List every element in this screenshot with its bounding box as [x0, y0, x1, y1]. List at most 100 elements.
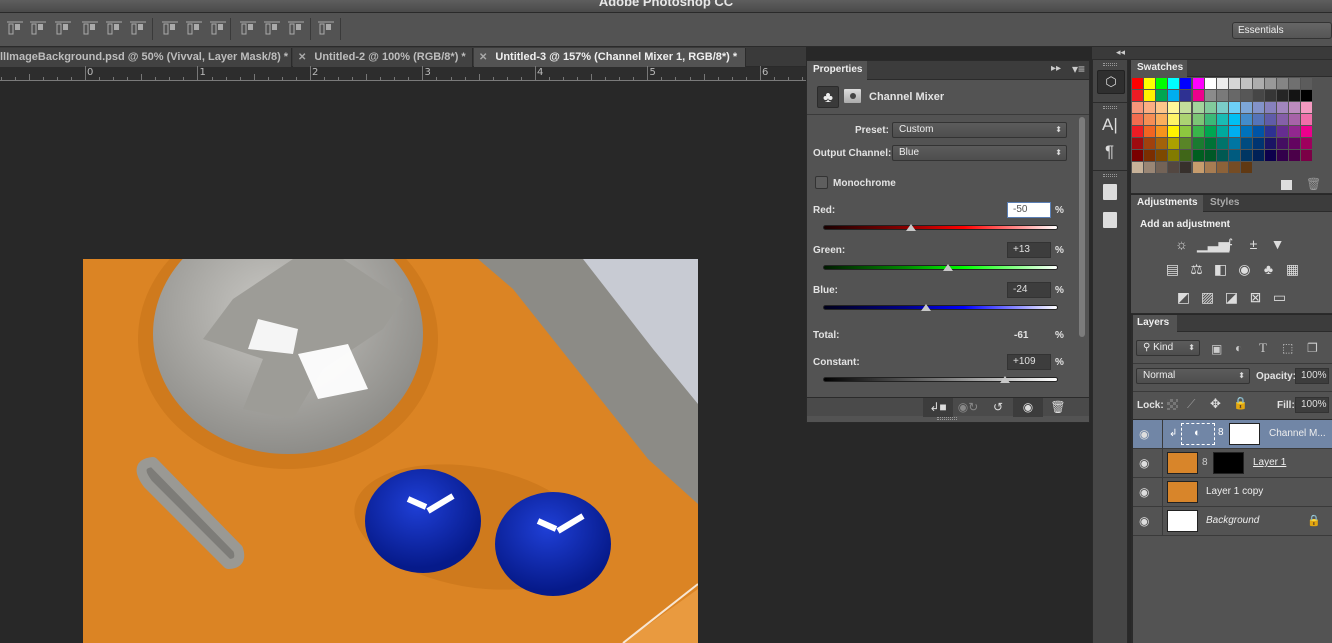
swatch[interactable]: [1192, 90, 1204, 101]
tab-layers[interactable]: Layers: [1131, 315, 1177, 332]
swatch[interactable]: [1192, 138, 1204, 149]
swatch[interactable]: [1192, 102, 1204, 113]
swatch[interactable]: [1156, 150, 1168, 161]
visibility-toggle[interactable]: ◉: [1131, 478, 1163, 507]
grip-icon[interactable]: [1103, 63, 1117, 66]
swatch[interactable]: [1168, 150, 1180, 161]
lock-all-icon[interactable]: 🔒: [1233, 396, 1248, 410]
workspace-switcher[interactable]: Essentials: [1232, 22, 1332, 39]
swatch[interactable]: [1240, 78, 1252, 89]
layer-row-background[interactable]: ◉ Background 🔒: [1131, 507, 1332, 536]
distribute-bottom-icon[interactable]: [210, 21, 226, 37]
swatch[interactable]: [1156, 162, 1168, 173]
swatch[interactable]: [1301, 138, 1313, 149]
swatch[interactable]: [1289, 102, 1301, 113]
swatch[interactable]: [1144, 126, 1156, 137]
collapse-panel-icon[interactable]: ▸▸: [1051, 63, 1061, 74]
swatch[interactable]: [1168, 78, 1180, 89]
swatch[interactable]: [1240, 162, 1252, 173]
swatch[interactable]: [1277, 114, 1289, 125]
gradient-map-icon[interactable]: ▭: [1271, 289, 1288, 306]
swatch[interactable]: [1253, 90, 1264, 101]
filter-type-icon[interactable]: T: [1259, 340, 1267, 356]
swatch[interactable]: [1156, 102, 1168, 113]
swatch[interactable]: [1204, 90, 1216, 101]
layer-thumbnail[interactable]: [1167, 452, 1198, 474]
tab-untitled-2[interactable]: ✕ Untitled-2 @ 100% (RGB/8*) *: [293, 48, 473, 67]
align-top-edges-icon[interactable]: [7, 21, 23, 37]
3d-panel-icon[interactable]: ⬡: [1097, 70, 1125, 94]
filter-shape-icon[interactable]: ⬚: [1282, 341, 1293, 355]
swatch[interactable]: [1265, 102, 1277, 113]
swatch[interactable]: [1301, 102, 1313, 113]
opacity-input[interactable]: 100%: [1295, 368, 1329, 384]
brightness-contrast-icon[interactable]: ☼: [1173, 236, 1190, 253]
swatch[interactable]: [1240, 126, 1252, 137]
swatch[interactable]: [1216, 114, 1228, 125]
swatch[interactable]: [1132, 102, 1143, 113]
swatch[interactable]: [1144, 150, 1156, 161]
align-vertical-centers-icon[interactable]: [30, 21, 46, 37]
swatch[interactable]: [1156, 126, 1168, 137]
levels-icon[interactable]: ▁▃▅: [1197, 236, 1229, 253]
clip-to-layer-button[interactable]: ↲■: [923, 398, 953, 417]
view-previous-state-button[interactable]: ◉↻: [953, 398, 983, 417]
swatch[interactable]: [1168, 138, 1180, 149]
align-right-edges-icon[interactable]: [130, 21, 146, 37]
swatch[interactable]: [1265, 126, 1277, 137]
swatch[interactable]: [1144, 78, 1156, 89]
tab-untitled-3[interactable]: ✕ Untitled-3 @ 157% (Channel Mixer 1, RGB…: [474, 48, 746, 67]
swatch[interactable]: [1265, 138, 1277, 149]
lock-transparency-icon[interactable]: [1167, 399, 1178, 410]
output-channel-dropdown[interactable]: Blue ⬍: [892, 145, 1067, 161]
swatch[interactable]: [1301, 114, 1313, 125]
swatch[interactable]: [1204, 102, 1216, 113]
slider-value-input[interactable]: +109: [1007, 354, 1051, 370]
swatch[interactable]: [1168, 126, 1180, 137]
swatch[interactable]: [1289, 90, 1301, 101]
new-swatch-icon[interactable]: [1281, 180, 1292, 190]
swatch[interactable]: [1253, 150, 1264, 161]
swatch[interactable]: [1253, 126, 1264, 137]
lock-pixels-icon[interactable]: ⟋: [1187, 397, 1195, 412]
swatch[interactable]: [1240, 114, 1252, 125]
swatch[interactable]: [1192, 126, 1204, 137]
tab-properties[interactable]: Properties: [807, 61, 867, 80]
swatch[interactable]: [1180, 162, 1192, 173]
close-tab-icon[interactable]: ✕: [479, 52, 487, 63]
invert-icon[interactable]: ◩: [1175, 289, 1192, 306]
adjustment-thumbnail[interactable]: ◐: [1181, 423, 1215, 445]
selective-color-icon[interactable]: ⊠: [1247, 289, 1264, 306]
swatch[interactable]: [1192, 162, 1204, 173]
swatch[interactable]: [1253, 78, 1264, 89]
slider-thumb[interactable]: [921, 304, 932, 311]
layer-filter-dropdown[interactable]: ⚲ Kind ⬍: [1136, 340, 1200, 356]
swatch[interactable]: [1216, 150, 1228, 161]
black-white-icon[interactable]: ◧: [1212, 261, 1229, 278]
distribute-top-icon[interactable]: [162, 21, 178, 37]
delete-adjustment-button[interactable]: 🗑: [1043, 398, 1073, 417]
swatch[interactable]: [1132, 90, 1143, 101]
color-lookup-icon[interactable]: ▦: [1284, 261, 1301, 278]
paragraph-panel-icon[interactable]: ¶: [1105, 142, 1114, 162]
swatch[interactable]: [1253, 114, 1264, 125]
grip-icon[interactable]: [1103, 174, 1117, 177]
swatch[interactable]: [1156, 138, 1168, 149]
swatch[interactable]: [1144, 102, 1156, 113]
curves-icon[interactable]: ⨍: [1221, 236, 1238, 253]
swatch[interactable]: [1253, 138, 1264, 149]
slider-thumb[interactable]: [999, 376, 1010, 383]
align-horizontal-centers-icon[interactable]: [106, 21, 122, 37]
vibrance-icon[interactable]: ▼: [1269, 236, 1286, 253]
threshold-icon[interactable]: ◪: [1223, 289, 1240, 306]
filter-adjustment-icon[interactable]: ◐: [1235, 341, 1242, 355]
layer-row-layer-1-copy[interactable]: ◉ Layer 1 copy: [1131, 478, 1332, 507]
swatch[interactable]: [1180, 126, 1192, 137]
exposure-icon[interactable]: ±: [1245, 236, 1262, 253]
distribute-vertical-centers-icon[interactable]: [186, 21, 202, 37]
swatch[interactable]: [1301, 150, 1313, 161]
photo-filter-icon[interactable]: ◉: [1236, 261, 1253, 278]
swatch[interactable]: [1240, 138, 1252, 149]
channel-mixer-icon[interactable]: ♣: [1260, 261, 1277, 278]
swatch[interactable]: [1204, 126, 1216, 137]
